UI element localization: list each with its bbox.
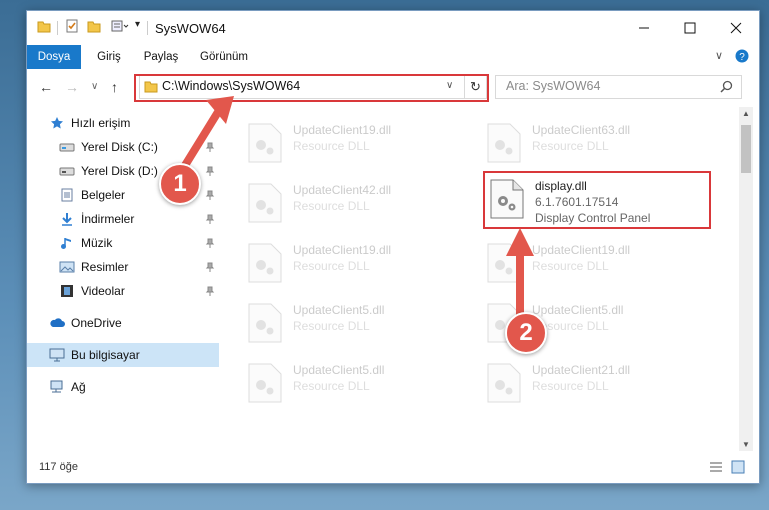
step-1-badge: 1 — [159, 163, 201, 205]
step-2-badge: 2 — [505, 312, 547, 354]
annotation-arrows — [172, 96, 534, 322]
